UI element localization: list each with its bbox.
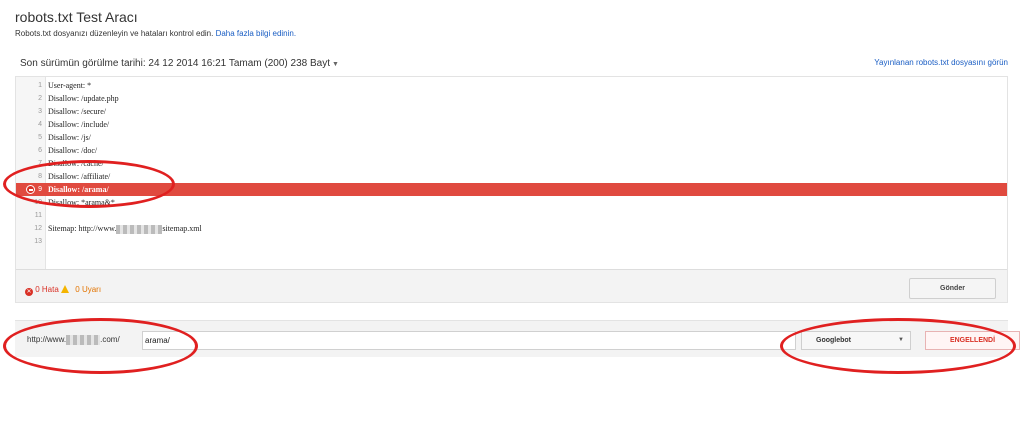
test-result-badge[interactable]: ENGELLENDİ [925, 331, 1020, 350]
line-number: 3 [38, 108, 42, 115]
line-number: 12 [34, 225, 42, 232]
line-code: Disallow: /arama/ [48, 185, 109, 194]
line-number: 2 [38, 95, 42, 102]
sitemap-prefix: Sitemap: http://www. [48, 224, 117, 233]
url-prefix-end: .com/ [100, 335, 120, 345]
page-title: robots.txt Test Aracı [15, 9, 138, 25]
page-subtitle: Robots.txt dosyanızı düzenleyin ve hatal… [15, 29, 296, 38]
line-number: 8 [38, 173, 42, 180]
url-prefix-start: http://www. [27, 335, 67, 345]
editor-line[interactable]: 4 Disallow: /include/ [16, 118, 1007, 131]
editor-line[interactable]: 8 Disallow: /affiliate/ [16, 170, 1007, 183]
line-code: Disallow: /js/ [48, 133, 91, 142]
warning-icon [61, 285, 70, 293]
editor-line[interactable]: 5 Disallow: /js/ [16, 131, 1007, 144]
line-number: 7 [38, 160, 42, 167]
user-agent-select[interactable]: Googlebot ▼ [801, 331, 911, 350]
chevron-down-icon: ▼ [332, 61, 339, 68]
line-number: 5 [38, 134, 42, 141]
editor-line[interactable]: 7 Disallow: /cache/ [16, 157, 1007, 170]
chevron-down-icon: ▼ [898, 337, 904, 343]
line-code: Disallow: *arama&* [48, 198, 115, 207]
editor-line[interactable]: 13 [16, 235, 1007, 248]
line-number: 10 [34, 199, 42, 206]
learn-more-link[interactable]: Daha fazla bilgi edinin. [216, 29, 297, 38]
validation-status: ✕ 0 Hata 0 Uyarı [25, 285, 101, 296]
line-number: 4 [38, 121, 42, 128]
warning-count[interactable]: 0 Uyarı [75, 285, 101, 294]
redacted-domain [116, 224, 163, 234]
editor-line[interactable]: 1 User-agent: * [16, 79, 1007, 92]
line-number: 1 [38, 82, 42, 89]
url-path-input[interactable]: arama/ [142, 331, 796, 350]
line-code: User-agent: * [48, 81, 92, 90]
editor-line[interactable]: 10 Disallow: *arama&* [16, 196, 1007, 209]
published-robots-link[interactable]: Yayınlanan robots.txt dosyasını görün [874, 58, 1008, 67]
editor-line-error[interactable]: 9 Disallow: /arama/ [16, 183, 1007, 196]
line-code: Disallow: /secure/ [48, 107, 106, 116]
line-code: Disallow: /affiliate/ [48, 172, 111, 181]
editor-line[interactable]: 6 Disallow: /doc/ [16, 144, 1007, 157]
editor-line[interactable]: 2 Disallow: /update.php [16, 92, 1007, 105]
redacted-domain [66, 335, 101, 345]
url-test-panel: http://www. .com/ arama/ Googlebot ▼ ENGE… [15, 320, 1020, 357]
line-code: Disallow: /doc/ [48, 146, 98, 155]
editor-panel: 1 User-agent: * 2 Disallow: /update.php … [15, 76, 1008, 303]
version-selector[interactable]: Son sürümün görülme tarihi: 24 12 2014 1… [20, 58, 339, 69]
line-number: 13 [34, 238, 42, 245]
url-prefix: http://www. .com/ [27, 335, 120, 345]
editor-line[interactable]: 11 [16, 209, 1007, 222]
editor-line[interactable]: 12 Sitemap: http://www. sitemap.xml [16, 222, 1007, 235]
error-count[interactable]: 0 Hata [35, 285, 59, 294]
line-code: Disallow: /include/ [48, 120, 110, 129]
line-number: 6 [38, 147, 42, 154]
line-code: Sitemap: http://www. sitemap.xml [48, 222, 202, 235]
version-label: Son sürümün görülme tarihi: 24 12 2014 1… [20, 58, 330, 69]
editor-line[interactable]: 3 Disallow: /secure/ [16, 105, 1007, 118]
line-code: Disallow: /cache/ [48, 159, 104, 168]
line-number: 11 [34, 212, 42, 219]
robots-editor[interactable]: 1 User-agent: * 2 Disallow: /update.php … [16, 77, 1007, 270]
user-agent-value: Googlebot [816, 337, 851, 344]
error-count-icon: ✕ [25, 288, 33, 296]
line-code: Disallow: /update.php [48, 94, 119, 103]
line-number: 9 [38, 186, 42, 193]
subtitle-text: Robots.txt dosyanızı düzenleyin ve hatal… [15, 29, 214, 38]
sitemap-suffix: sitemap.xml [162, 224, 202, 233]
submit-button[interactable]: Gönder [909, 278, 996, 299]
